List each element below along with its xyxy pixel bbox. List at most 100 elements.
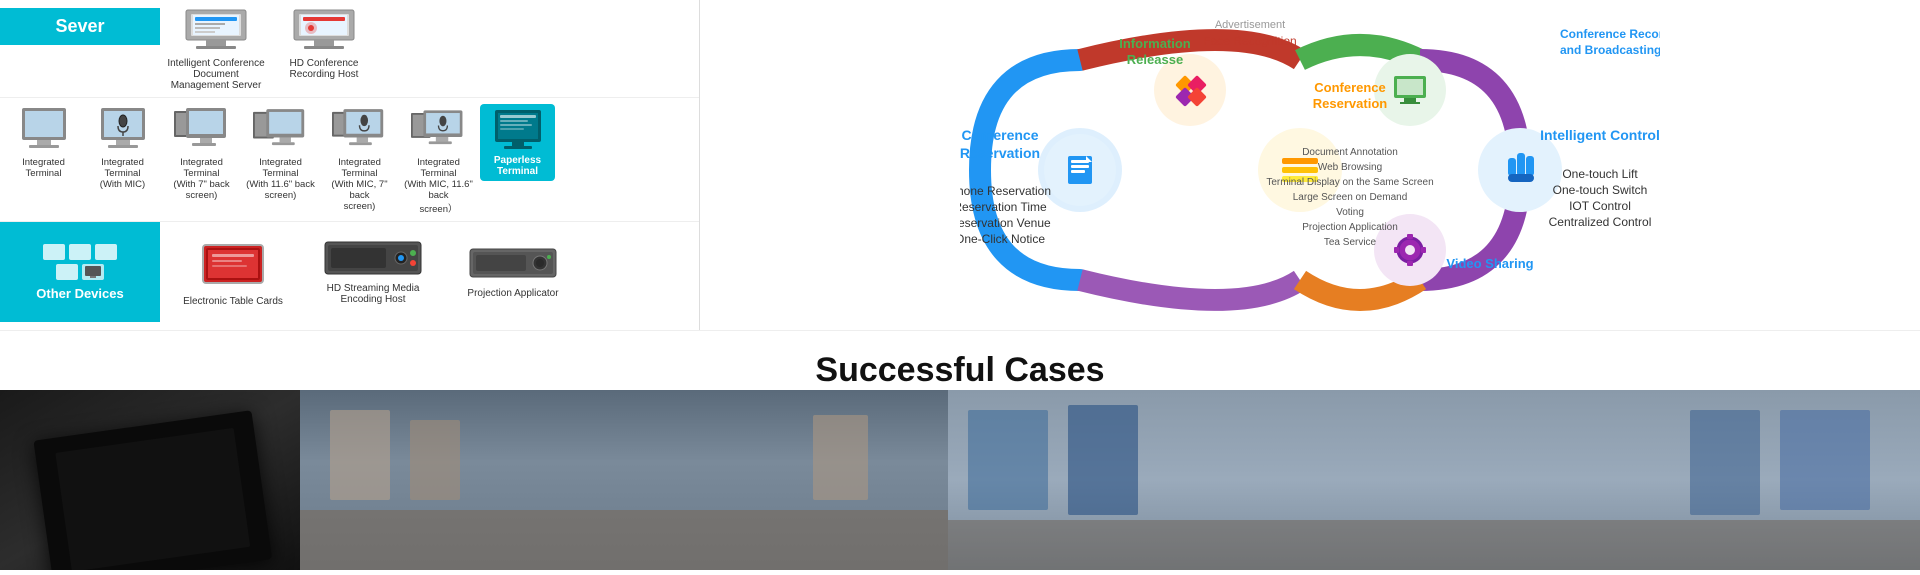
terminals-row: IntegratedTerminal — [0, 98, 699, 222]
bottom-device-projection: Projection Applicator — [448, 245, 578, 299]
terminal-label-11back: IntegratedTerminal(With 11.6" backscreen… — [246, 157, 315, 201]
svg-text:Face Recognition: Face Recognition — [1203, 34, 1296, 48]
svg-text:Conference: Conference — [961, 127, 1038, 143]
case-image-conference — [300, 390, 948, 570]
sever-bar: Sever — [0, 8, 160, 45]
eq-screen-2 — [1068, 405, 1138, 515]
svg-text:Reservation: Reservation — [1313, 96, 1387, 111]
svg-text:Reservation Venue: Reservation Venue — [960, 216, 1051, 230]
svg-text:and Broadcasting: and Broadcasting — [1560, 43, 1660, 57]
svg-text:Intelligent Control: Intelligent Control — [1540, 127, 1660, 143]
device-silhouette — [33, 410, 272, 570]
od-icon-3 — [95, 244, 117, 260]
diagram-svg: Conference Reservation Phone Reservation… — [960, 10, 1660, 320]
center-diagram: Conference Reservation Phone Reservation… — [700, 0, 1920, 330]
svg-text:Large Screen on Demand: Large Screen on Demand — [1293, 192, 1408, 203]
svg-text:Voting: Voting — [1336, 207, 1364, 218]
bottom-device-encoding: HD Streaming Media Encoding Host — [308, 240, 438, 305]
od-icon-4 — [56, 264, 78, 280]
svg-text:Advertisement: Advertisement — [1215, 19, 1285, 31]
svg-text:Video Sharing: Video Sharing — [1446, 256, 1533, 271]
terminal-mic-11: IntegratedTerminal(With MIC, 11.6" backs… — [401, 104, 476, 215]
svg-text:IOT Control: IOT Control — [1569, 199, 1631, 213]
svg-text:Releasse: Releasse — [1127, 52, 1183, 67]
case-image-equipment — [948, 390, 1920, 570]
sever-column: Sever — [0, 0, 160, 97]
server-row: Sever — [0, 0, 699, 98]
server-items: Intelligent Conference Document Manageme… — [160, 0, 699, 97]
svg-text:Web Browsing: Web Browsing — [1318, 162, 1382, 173]
successful-cases-section: Successful Cases — [0, 330, 1920, 575]
terminal-label-mic-11: IntegratedTerminal(With MIC, 11.6" backs… — [401, 157, 476, 215]
terminal-mic-7: IntegratedTerminal(With MIC, 7" backscre… — [322, 104, 397, 212]
svg-text:Projection Application: Projection Application — [1302, 222, 1398, 233]
encoding-icon — [323, 240, 423, 279]
svg-text:Centralized Control: Centralized Control — [1549, 215, 1652, 229]
od-icon-1 — [43, 244, 65, 260]
terminal-icon-11back — [253, 104, 308, 154]
room-item-1 — [330, 410, 390, 500]
bottom-devices: Electronic Table Cards — [160, 222, 699, 322]
server-item-hd: HD Conference Recording Host — [274, 6, 374, 80]
eq-floor — [948, 520, 1920, 570]
table-cards-icon — [198, 237, 268, 292]
bottom-row: Other Devices — [0, 222, 699, 322]
table-cards-label: Electronic Table Cards — [183, 296, 283, 307]
paperless-terminal: Paperless Terminal — [480, 104, 555, 181]
terminal-icon-7back — [174, 104, 229, 154]
terminal-label-mic: IntegratedTerminal(With MIC) — [100, 157, 145, 190]
svg-text:One-touch Switch: One-touch Switch — [1553, 183, 1648, 197]
svg-text:Document Annotation: Document Annotation — [1302, 147, 1398, 158]
svg-text:Terminal Display on the Same S: Terminal Display on the Same Screen — [1266, 177, 1433, 188]
svg-text:One-touch Lift: One-touch Lift — [1562, 167, 1638, 181]
terminal-icon-integrated — [16, 104, 71, 154]
room-item-2 — [410, 420, 460, 500]
server-item-intelligent: Intelligent Conference Document Manageme… — [166, 6, 266, 91]
od-icon-monitor — [82, 264, 104, 280]
encoding-label: HD Streaming Media Encoding Host — [308, 283, 438, 305]
left-panel: Sever — [0, 0, 700, 330]
terminal-icon-mic-7 — [332, 104, 387, 154]
svg-text:Reservation Time: Reservation Time — [960, 200, 1047, 214]
server-label-intelligent: Intelligent Conference Document Manageme… — [166, 58, 266, 91]
od-icon-2 — [69, 244, 91, 260]
successful-cases-title: Successful Cases — [815, 351, 1104, 390]
svg-text:Reservation: Reservation — [960, 145, 1040, 161]
room-item-3 — [813, 415, 868, 500]
terminal-icon-mic-11 — [411, 104, 466, 154]
terminal-11back: IntegratedTerminal(With 11.6" backscreen… — [243, 104, 318, 201]
projection-icon — [468, 245, 558, 284]
terminal-label-mic-7: IntegratedTerminal(With MIC, 7" backscre… — [322, 157, 397, 212]
room-floor — [300, 510, 948, 570]
terminal-icon-integrated-mic — [95, 104, 150, 154]
svg-text:Tea Service: Tea Service — [1324, 237, 1377, 248]
svg-text:Conference: Conference — [1314, 80, 1386, 95]
terminal-label-7back: IntegratedTerminal(With 7" backscreen) — [173, 157, 229, 201]
bottom-device-table-cards: Electronic Table Cards — [168, 237, 298, 307]
other-devices-icons — [40, 244, 120, 280]
svg-text:Phone Reservation: Phone Reservation — [960, 184, 1051, 198]
device-screen — [55, 428, 250, 570]
eq-screen-3 — [1780, 410, 1870, 510]
main-row: Sever — [0, 0, 1920, 330]
cases-images-row — [0, 390, 1920, 570]
eq-screen-4 — [1690, 410, 1760, 515]
svg-text:One-Click Notice: One-Click Notice — [960, 232, 1045, 246]
page-container: Sever — [0, 0, 1920, 575]
other-devices-label: Other Devices — [36, 286, 123, 301]
terminal-integrated-mic: IntegratedTerminal(With MIC) — [85, 104, 160, 190]
paperless-icon — [492, 108, 544, 155]
terminal-7back: IntegratedTerminal(With 7" backscreen) — [164, 104, 239, 201]
other-devices-panel: Other Devices — [0, 222, 160, 322]
projection-label: Projection Applicator — [467, 288, 558, 299]
server-icon-intelligent — [181, 6, 251, 54]
terminal-label-integrated: IntegratedTerminal — [22, 157, 65, 179]
case-image-device — [0, 390, 300, 570]
server-icon-hd — [289, 6, 359, 54]
server-label-hd: HD Conference Recording Host — [274, 58, 374, 80]
eq-screen-1 — [968, 410, 1048, 510]
svg-text:Conference Recording: Conference Recording — [1560, 27, 1660, 41]
paperless-label: Paperless Terminal — [484, 155, 551, 177]
terminal-integrated: IntegratedTerminal — [6, 104, 81, 179]
svg-text:Information: Information — [1119, 36, 1191, 51]
